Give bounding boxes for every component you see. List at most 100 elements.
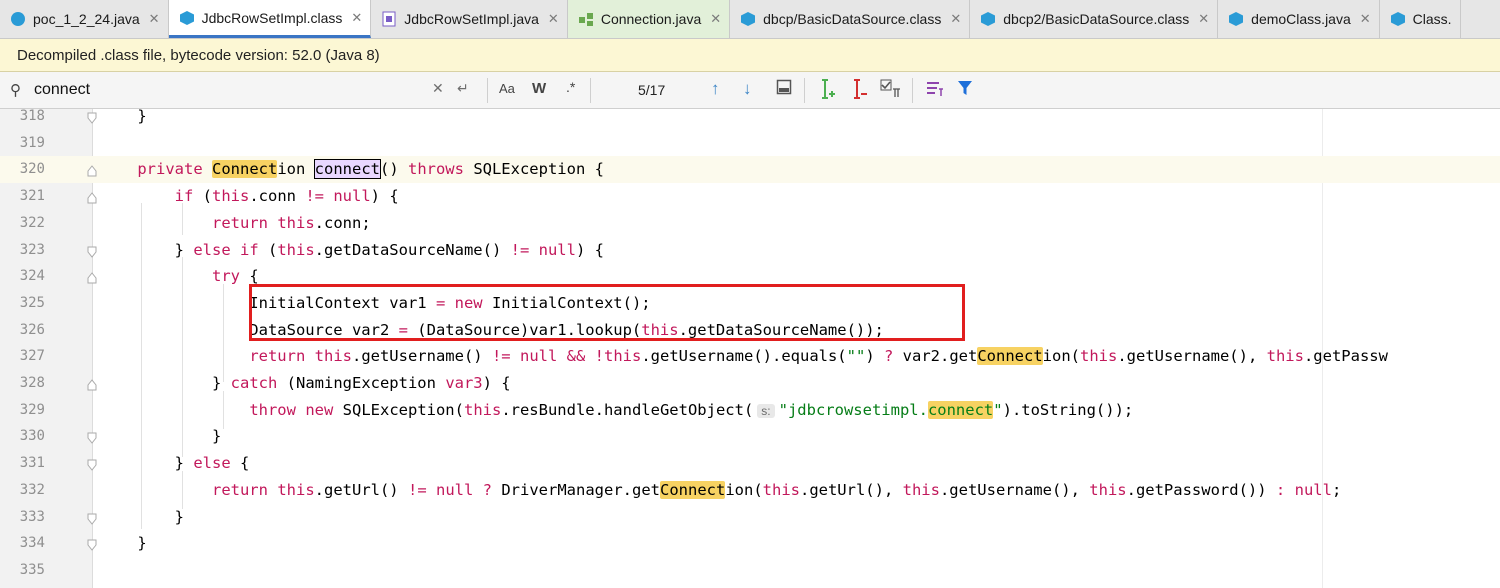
code-text: }	[100, 507, 184, 526]
exclude-occurrence-icon[interactable]	[880, 79, 902, 102]
fold-end-icon[interactable]	[87, 111, 97, 124]
line-number: 323	[19, 241, 45, 258]
code-text: } catch (NamingException var3) {	[100, 374, 511, 392]
line-number: 331	[19, 455, 45, 472]
select-all-occurrences-icon[interactable]	[776, 79, 792, 98]
whole-words-button[interactable]: W	[532, 80, 546, 97]
line-number: 333	[19, 508, 45, 525]
code-text: }	[100, 534, 147, 553]
code-line: 323 } else if (this.getDataSourceName() …	[0, 237, 1500, 264]
code-line: 335	[0, 557, 1500, 584]
line-number: 332	[19, 481, 45, 498]
match-case-button[interactable]: Aa	[499, 81, 515, 96]
class-file-icon	[740, 11, 756, 27]
line-number: 327	[19, 348, 45, 365]
tab-jdbcrowsetimpl-class[interactable]: JdbcRowSetImpl.class ✕	[168, 0, 372, 38]
fold-start-icon[interactable]	[87, 164, 97, 177]
filter-options-icon[interactable]	[926, 80, 944, 101]
code-line: 329 throw new SQLException(this.resBundl…	[0, 397, 1500, 424]
tab-democlass-java[interactable]: demoClass.java ✕	[1218, 0, 1380, 38]
search-icon[interactable]: ⚲	[10, 81, 21, 99]
fold-end-icon[interactable]	[87, 512, 97, 525]
close-icon[interactable]: ✕	[548, 11, 559, 27]
code-text: return this.getUsername() != null && !th…	[249, 347, 1388, 366]
code-editor[interactable]: 318 } 319 320 private Connection connect…	[0, 109, 1500, 588]
class-file-icon	[1390, 11, 1406, 27]
fold-start-icon[interactable]	[87, 191, 97, 204]
tab-jdbcrowsetimpl-java[interactable]: JdbcRowSetImpl.java ✕	[371, 0, 568, 38]
code-line: 319	[0, 130, 1500, 157]
code-line: 327 return this.getUsername() != null &&…	[0, 343, 1500, 370]
line-number: 326	[19, 321, 45, 338]
line-number: 320	[19, 161, 45, 178]
fold-start-icon[interactable]	[87, 271, 97, 284]
close-icon[interactable]: ✕	[351, 10, 362, 26]
tab-class-truncated[interactable]: Class.	[1380, 0, 1461, 38]
code-text: return this.getUrl() != null ? DriverMan…	[211, 480, 1342, 499]
class-file-icon	[980, 11, 996, 27]
next-occurrence-icon[interactable]: ↓	[743, 79, 752, 99]
line-number: 321	[19, 188, 45, 205]
line-number: 329	[19, 401, 45, 418]
close-icon[interactable]: ✕	[710, 11, 721, 27]
fold-end-icon[interactable]	[87, 538, 97, 551]
java-source-icon	[381, 11, 397, 27]
close-icon[interactable]: ✕	[950, 11, 961, 27]
code-line: 332 return this.getUrl() != null ? Drive…	[0, 477, 1500, 504]
code-line: 330 }	[0, 423, 1500, 450]
fold-end-icon[interactable]	[87, 245, 97, 258]
find-bar: ⚲ ✕ ↵ Aa W .* 5/17 ↑ ↓	[0, 72, 1500, 109]
line-number: 325	[19, 294, 45, 311]
tab-label: JdbcRowSetImpl.class	[201, 9, 343, 26]
line-number: 330	[19, 428, 45, 445]
divider	[912, 78, 913, 103]
code-line: 334 }	[0, 530, 1500, 557]
tab-label: dbcp2/BasicDataSource.class	[1003, 11, 1190, 27]
code-text: if (this.conn != null) {	[174, 187, 399, 206]
search-input[interactable]	[34, 80, 414, 100]
line-number: 335	[19, 561, 45, 578]
class-file-icon	[1228, 11, 1244, 27]
editor-tab-bar: poc_1_2_24.java ✕ JdbcRowSetImpl.class ✕…	[0, 0, 1500, 39]
tab-label: poc_1_2_24.java	[33, 11, 140, 27]
highlight-annotation-box	[249, 284, 965, 341]
close-icon[interactable]: ✕	[1198, 11, 1209, 27]
fold-end-icon[interactable]	[87, 431, 97, 445]
tab-label: demoClass.java	[1251, 11, 1351, 27]
divider	[590, 78, 591, 103]
fold-start-icon[interactable]	[87, 378, 97, 391]
line-number: 322	[19, 214, 45, 231]
previous-occurrence-icon[interactable]: ↑	[711, 79, 720, 99]
code-text: private Connection connect() throws SQLE…	[137, 159, 604, 180]
line-number: 319	[19, 134, 45, 151]
remove-occurrence-icon[interactable]	[851, 78, 869, 103]
tab-label: dbcp/BasicDataSource.class	[763, 11, 942, 27]
code-line: 322 return this.conn;	[0, 210, 1500, 237]
clear-search-icon[interactable]: ✕	[432, 80, 444, 97]
tab-connection-java[interactable]: Connection.java ✕	[567, 0, 731, 38]
divider	[804, 78, 805, 103]
tab-dbcp-basicdatasource[interactable]: dbcp/BasicDataSource.class ✕	[730, 0, 971, 38]
code-line: 333 }	[0, 504, 1500, 531]
divider	[487, 78, 488, 103]
interface-icon	[578, 11, 594, 27]
code-line: 331 } else {	[0, 450, 1500, 477]
decompiled-notice-banner: Decompiled .class file, bytecode version…	[0, 39, 1500, 72]
add-occurrence-icon[interactable]	[819, 78, 837, 103]
fold-end-icon[interactable]	[87, 458, 97, 471]
line-number: 318	[19, 109, 45, 124]
code-line: 321 if (this.conn != null) {	[0, 183, 1500, 210]
tab-poc-java[interactable]: poc_1_2_24.java ✕	[0, 0, 169, 38]
class-file-icon	[179, 10, 195, 26]
tab-dbcp2-basicdatasource[interactable]: dbcp2/BasicDataSource.class ✕	[970, 0, 1219, 38]
line-number: 334	[19, 535, 45, 552]
close-icon[interactable]: ✕	[149, 11, 160, 27]
line-number: 328	[19, 375, 45, 391]
code-text: try {	[211, 267, 259, 286]
close-icon[interactable]: ✕	[1360, 11, 1371, 27]
code-text: throw new SQLException(this.resBundle.ha…	[249, 400, 1134, 419]
code-text: } else {	[100, 454, 250, 473]
filter-icon[interactable]	[957, 80, 973, 100]
regex-button[interactable]: .*	[566, 79, 575, 95]
new-line-icon[interactable]: ↵	[457, 80, 469, 97]
